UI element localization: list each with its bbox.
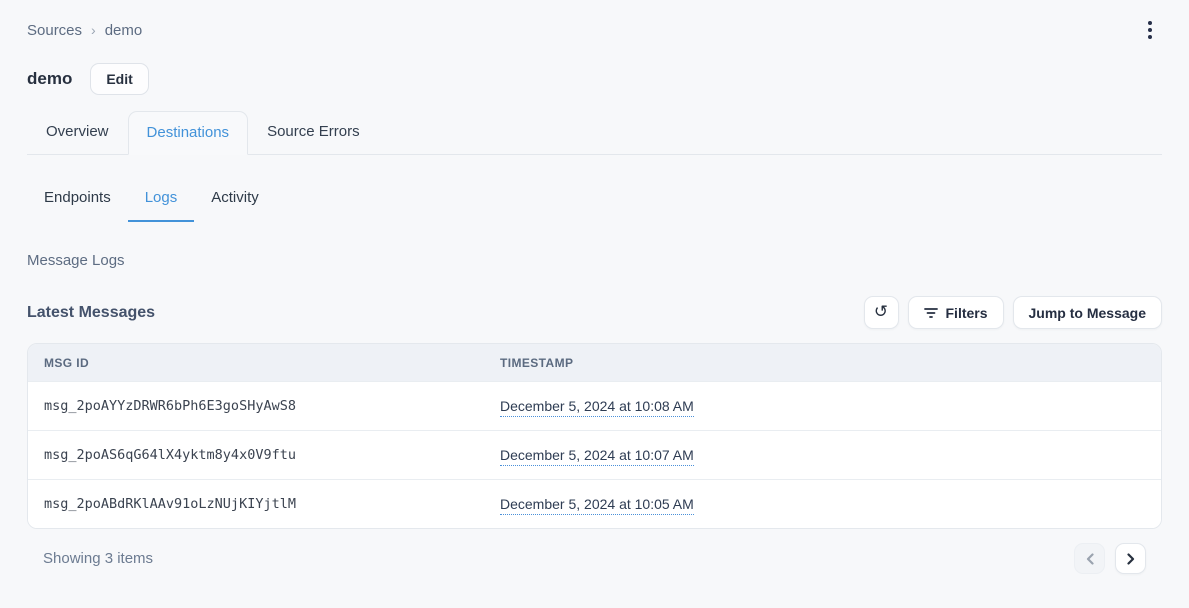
table-row[interactable]: msg_2poAS6qG64lX4yktm8y4x0V9ftu December… [28, 430, 1161, 479]
refresh-icon: ↺ [874, 303, 888, 320]
latest-messages-heading: Latest Messages [27, 304, 155, 322]
breadcrumb: Sources › demo [27, 22, 142, 39]
breadcrumb-separator-icon: › [91, 22, 96, 38]
edit-button[interactable]: Edit [90, 63, 148, 95]
tab-overview[interactable]: Overview [27, 110, 128, 154]
subtab-logs[interactable]: Logs [128, 180, 195, 222]
timestamp-link[interactable]: December 5, 2024 at 10:07 AM [500, 447, 694, 466]
timestamp-link[interactable]: December 5, 2024 at 10:08 AM [500, 398, 694, 417]
timestamp-cell: December 5, 2024 at 10:07 AM [500, 447, 1161, 463]
jump-to-message-button[interactable]: Jump to Message [1013, 296, 1162, 329]
timestamp-link[interactable]: December 5, 2024 at 10:05 AM [500, 496, 694, 515]
message-logs-table: MSG ID TIMESTAMP msg_2poAYYzDRWR6bPh6E3g… [27, 343, 1162, 529]
jump-to-message-label: Jump to Message [1029, 305, 1146, 321]
column-header-timestamp: TIMESTAMP [500, 356, 1161, 370]
breadcrumb-item-sources[interactable]: Sources [27, 22, 82, 39]
main-tabs: Overview Destinations Source Errors [27, 110, 1162, 155]
column-header-msg-id: MSG ID [28, 356, 500, 370]
filter-lines-icon [924, 307, 938, 319]
subtab-activity[interactable]: Activity [194, 180, 276, 222]
page-title: demo [27, 69, 72, 89]
msg-id-cell: msg_2poAYYzDRWR6bPh6E3goSHyAwS8 [28, 398, 500, 414]
table-footer: Showing 3 items [27, 543, 1162, 574]
subtab-endpoints[interactable]: Endpoints [27, 180, 128, 222]
next-page-button[interactable] [1115, 543, 1146, 574]
table-header-row: MSG ID TIMESTAMP [28, 344, 1161, 381]
pagination [1074, 543, 1146, 574]
previous-page-button[interactable] [1074, 543, 1105, 574]
table-row[interactable]: msg_2poAYYzDRWR6bPh6E3goSHyAwS8 December… [28, 381, 1161, 430]
filters-button-label: Filters [946, 305, 988, 321]
timestamp-cell: December 5, 2024 at 10:08 AM [500, 398, 1161, 414]
top-bar: Sources › demo [27, 0, 1162, 41]
kebab-menu-icon[interactable] [1138, 15, 1162, 45]
chevron-right-icon [1127, 553, 1135, 565]
timestamp-cell: December 5, 2024 at 10:05 AM [500, 496, 1161, 512]
chevron-left-icon [1086, 553, 1094, 565]
tab-source-errors[interactable]: Source Errors [248, 110, 379, 154]
page: Sources › demo demo Edit Overview Destin… [0, 0, 1189, 574]
tab-destinations[interactable]: Destinations [128, 111, 249, 155]
filters-button[interactable]: Filters [908, 296, 1004, 329]
toolbar: Latest Messages ↺ Filters Jump to Messag… [27, 296, 1162, 329]
msg-id-cell: msg_2poAS6qG64lX4yktm8y4x0V9ftu [28, 447, 500, 463]
table-row[interactable]: msg_2poABdRKlAAv91oLzNUjKIYjtlM December… [28, 479, 1161, 528]
title-row: demo Edit [27, 63, 1162, 95]
msg-id-cell: msg_2poABdRKlAAv91oLzNUjKIYjtlM [28, 496, 500, 512]
breadcrumb-item-demo[interactable]: demo [105, 22, 143, 39]
toolbar-actions: ↺ Filters Jump to Message [864, 296, 1163, 329]
refresh-button[interactable]: ↺ [864, 296, 899, 329]
items-count-label: Showing 3 items [27, 550, 153, 567]
section-label-message-logs: Message Logs [27, 252, 1162, 269]
sub-tabs: Endpoints Logs Activity [27, 180, 1162, 222]
